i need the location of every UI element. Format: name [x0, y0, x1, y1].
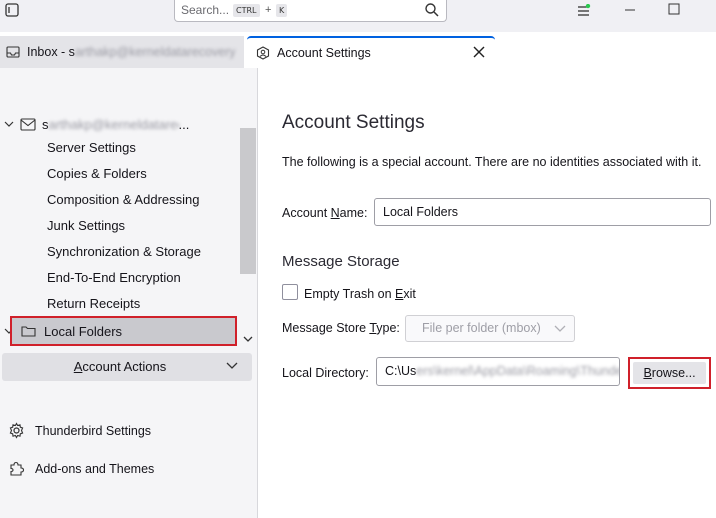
sidebar-item-local-folders[interactable]: Local Folders [10, 316, 237, 346]
scrollbar-thumb[interactable] [240, 128, 256, 274]
shortcut-plus: + [265, 4, 272, 16]
store-type-select[interactable]: File per folder (mbox) [405, 315, 575, 342]
chevron-down-icon[interactable] [4, 119, 14, 129]
sidebar-item-return-receipts[interactable]: Return Receipts [47, 296, 140, 311]
shortcut-key: K [276, 4, 288, 17]
account-settings-icon [256, 46, 270, 60]
browse-button[interactable]: Browse... [633, 362, 706, 384]
tab-inbox-label: Inbox - s [27, 45, 75, 59]
inbox-icon [6, 46, 20, 58]
mail-account-icon [20, 117, 36, 131]
thunderbird-settings-link[interactable]: Thunderbird Settings [8, 422, 151, 439]
local-directory-field[interactable]: C:\Users\kernel\AppData\Roaming\Thunderb… [376, 357, 620, 386]
minimize-icon[interactable] [624, 4, 636, 16]
scroll-down-icon[interactable] [242, 334, 254, 344]
account-sidebar: s arthakp@kerneldatarecovery ... Server … [0, 68, 258, 518]
local-directory-label: Local Directory: [282, 366, 369, 380]
account-actions-label: Account Actions [73, 359, 167, 374]
maximize-icon[interactable] [668, 3, 680, 15]
tree-scrollbar[interactable] [240, 128, 256, 346]
puzzle-icon [10, 461, 25, 476]
special-account-info: The following is a special account. Ther… [282, 155, 702, 169]
app-menu-icon[interactable] [4, 2, 20, 18]
folder-icon [21, 326, 36, 337]
tab-inbox-label-blurred: arthakp@kerneldatarecovery.c [74, 45, 235, 59]
account-name-label: Account Name: [282, 206, 368, 220]
sidebar-item-sync-storage[interactable]: Synchronization & Storage [47, 244, 201, 259]
store-type-label: Message Store Type: [282, 321, 400, 335]
global-search-box[interactable]: Search... CTRL + K [174, 0, 447, 22]
empty-trash-checkbox[interactable] [282, 284, 298, 300]
empty-trash-label[interactable]: Empty Trash on Exit [304, 287, 416, 301]
sidebar-item-e2e-encryption[interactable]: End-To-End Encryption [47, 270, 181, 285]
local-folders-label: Local Folders [44, 323, 123, 339]
tab-account-settings-label: Account Settings [277, 46, 371, 60]
gear-icon [9, 422, 24, 439]
tab-account-settings[interactable]: Account Settings [247, 36, 495, 68]
search-placeholder: Search... [181, 3, 230, 17]
chevron-down-icon [554, 325, 566, 332]
sidebar-item-junk-settings[interactable]: Junk Settings [47, 218, 125, 233]
addons-themes-label: Add-ons and Themes [35, 461, 155, 476]
account-name-field[interactable]: Local Folders [374, 198, 711, 226]
account-settings-pane: Account Settings The following is a spec… [259, 68, 716, 518]
title-bar: Search... CTRL + K [0, 0, 716, 32]
hamburger-menu-icon[interactable] [576, 4, 592, 18]
sidebar-item-composition-addressing[interactable]: Composition & Addressing [47, 192, 199, 207]
close-icon[interactable] [473, 46, 485, 58]
account-actions-button[interactable]: Account Actions [2, 353, 252, 381]
sidebar-item-server-settings[interactable]: Server Settings [47, 140, 136, 155]
account-name-blurred: arthakp@kerneldatarecovery [48, 116, 179, 132]
thunderbird-settings-label: Thunderbird Settings [35, 423, 152, 438]
chevron-down-icon [226, 362, 238, 369]
tab-inbox[interactable]: Inbox - s arthakp@kerneldatarecovery.c [0, 36, 244, 68]
store-type-value: File per folder (mbox) [422, 321, 541, 335]
shortcut-ctrl: CTRL [233, 4, 260, 17]
sidebar-item-copies-folders[interactable]: Copies & Folders [47, 166, 147, 181]
search-icon[interactable] [424, 2, 440, 18]
account-tree-row[interactable]: s arthakp@kerneldatarecovery ... [0, 112, 240, 136]
page-title: Account Settings [282, 112, 425, 133]
message-storage-heading: Message Storage [282, 253, 400, 270]
account-name-suffix: ... [178, 116, 190, 132]
browse-button-highlight: Browse... [628, 357, 711, 389]
addons-themes-link[interactable]: Add-ons and Themes [8, 460, 154, 477]
